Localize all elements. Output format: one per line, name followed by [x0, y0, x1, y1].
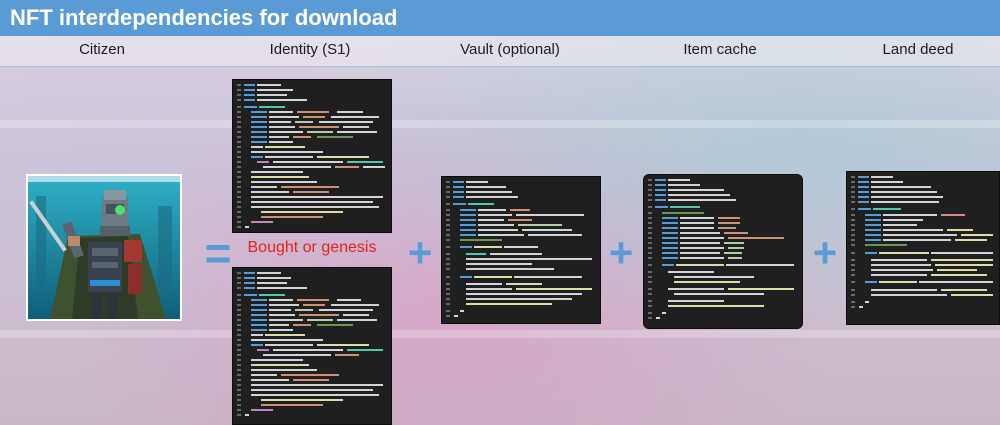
citizen-avatar-image	[26, 174, 182, 321]
identity-code-screenshot-top	[232, 79, 392, 233]
plus-operator: +	[608, 229, 634, 276]
background-stripe	[0, 120, 1000, 128]
column-vault: Vault (optional)	[460, 41, 560, 58]
identity-code-screenshot-bottom	[232, 267, 392, 425]
page-title: NFT interdependencies for download	[10, 5, 398, 30]
column-land-deed: Land deed	[882, 41, 954, 58]
vault-code-screenshot	[441, 176, 601, 324]
column-item-cache: Item cache	[683, 41, 757, 58]
column-identity: Identity (S1)	[269, 41, 351, 58]
plus-operator: +	[812, 229, 838, 276]
background-stripe	[0, 330, 1000, 338]
column-header-row: Citizen Identity (S1) Vault (optional) I…	[0, 36, 1000, 67]
land-deed-code-screenshot	[846, 171, 1000, 325]
title-bar: NFT interdependencies for download	[0, 0, 1000, 36]
column-citizen: Citizen	[79, 41, 125, 58]
item-cache-code-screenshot	[643, 174, 803, 329]
plus-operator: +	[407, 229, 433, 276]
identity-caption: Bought or genesis	[247, 239, 377, 256]
